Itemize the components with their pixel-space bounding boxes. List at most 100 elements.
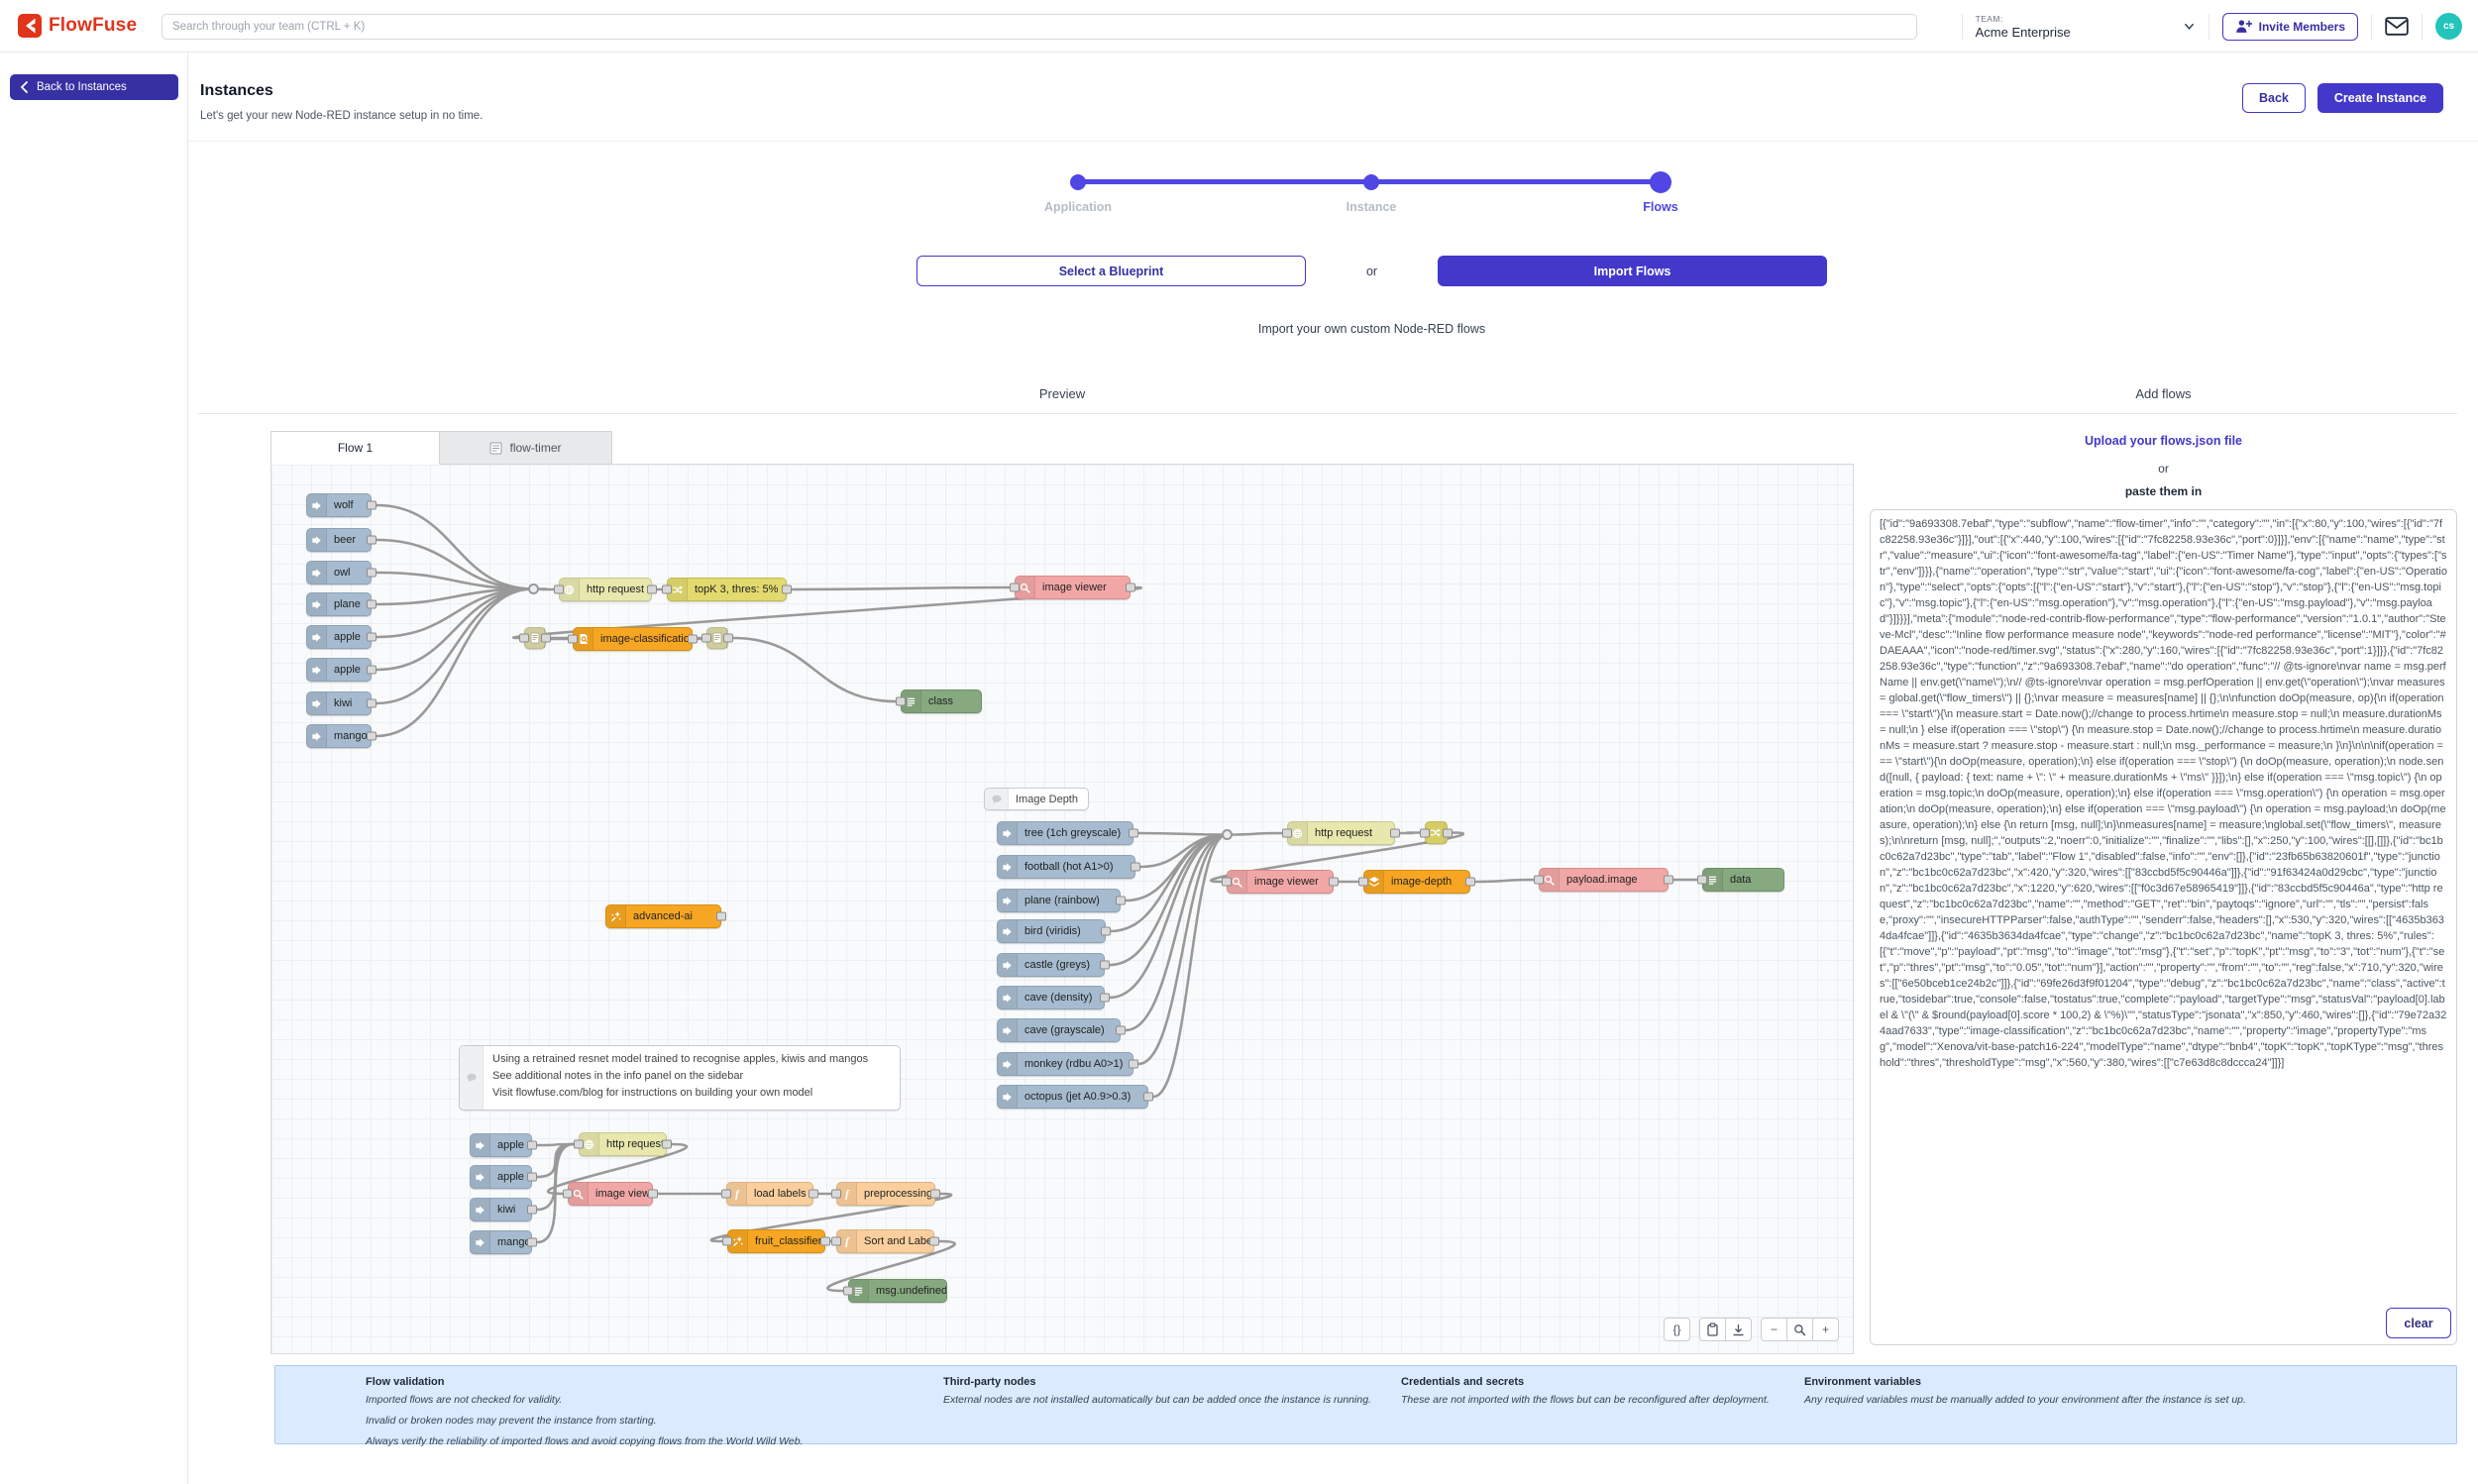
- input-port[interactable]: [1534, 876, 1544, 885]
- flow-node-load[interactable]: fload labels: [726, 1182, 813, 1206]
- search-input[interactable]: [162, 14, 1917, 40]
- flow-preview-canvas[interactable]: {} − + wolfbeerowlplaneappleapplekiwiman…: [270, 464, 1854, 1354]
- upload-flows-json-link[interactable]: Upload your flows.json file: [1870, 434, 2457, 448]
- flow-node-caveg[interactable]: cave (grayscale): [997, 1018, 1121, 1042]
- flow-node-ic[interactable]: image-classification: [573, 627, 693, 651]
- flow-node-apple1[interactable]: apple: [306, 625, 372, 649]
- input-port[interactable]: [843, 1287, 853, 1296]
- step-dot-flows[interactable]: [1650, 171, 1671, 193]
- flow-node-wolf[interactable]: wolf: [306, 493, 372, 517]
- flow-node-football[interactable]: football (hot A1>0): [997, 855, 1135, 879]
- wire-junction[interactable]: [1222, 829, 1233, 840]
- output-port[interactable]: [1100, 961, 1110, 970]
- output-port[interactable]: [1443, 828, 1453, 837]
- avatar[interactable]: cs: [2435, 13, 2462, 40]
- input-port[interactable]: [1697, 876, 1707, 885]
- output-port[interactable]: [367, 501, 377, 510]
- flow-node-kiwi2[interactable]: kiwi: [470, 1198, 532, 1221]
- output-port[interactable]: [1129, 1060, 1138, 1069]
- zoom-reset-button[interactable]: [1786, 1318, 1813, 1341]
- select-blueprint-button[interactable]: Select a Blueprint: [916, 256, 1306, 286]
- output-port[interactable]: [367, 699, 377, 708]
- flows-json-input[interactable]: [{"id":"9a693308.7ebaf","type":"subflow"…: [1870, 509, 2457, 1345]
- input-port[interactable]: [721, 1190, 731, 1199]
- flowfuse-logo[interactable]: FlowFuse: [18, 14, 137, 38]
- notifications-mail-button[interactable]: [2385, 17, 2409, 36]
- flow-node-advai[interactable]: advanced-ai: [605, 904, 721, 928]
- input-port[interactable]: [568, 635, 578, 644]
- flow-node-viewer2[interactable]: image viewer: [1227, 870, 1334, 894]
- flow-node-comment1[interactable]: Using a retrained resnet model trained t…: [459, 1045, 901, 1111]
- output-port[interactable]: [930, 1190, 940, 1199]
- flow-node-viewer3[interactable]: image viewer: [568, 1182, 653, 1206]
- input-port[interactable]: [1010, 583, 1020, 592]
- output-port[interactable]: [1131, 863, 1140, 872]
- flow-node-depth[interactable]: image-depth: [1363, 870, 1470, 894]
- input-port[interactable]: [831, 1237, 841, 1246]
- output-port[interactable]: [367, 633, 377, 642]
- output-port[interactable]: [1116, 1026, 1126, 1035]
- output-port[interactable]: [647, 585, 657, 594]
- output-port[interactable]: [1664, 876, 1673, 885]
- tab-flow-timer[interactable]: flow-timer: [440, 431, 612, 465]
- output-port[interactable]: [723, 634, 733, 643]
- output-port[interactable]: [808, 1190, 818, 1199]
- output-port[interactable]: [1390, 829, 1400, 838]
- output-port[interactable]: [367, 536, 377, 545]
- copy-button[interactable]: [1699, 1318, 1726, 1341]
- input-port[interactable]: [1420, 828, 1430, 837]
- clear-button[interactable]: clear: [2386, 1308, 2451, 1338]
- output-port[interactable]: [527, 1206, 537, 1215]
- input-port[interactable]: [554, 585, 564, 594]
- tab-flow-1[interactable]: Flow 1: [270, 431, 440, 465]
- flow-node-owl[interactable]: owl: [306, 561, 372, 584]
- team-selector[interactable]: TEAM: Acme Enterprise: [1976, 14, 2170, 40]
- flow-node-http3[interactable]: http request: [579, 1132, 667, 1156]
- flow-node-kiwi1[interactable]: kiwi: [306, 691, 372, 715]
- input-port[interactable]: [1358, 878, 1368, 887]
- input-port[interactable]: [519, 634, 529, 643]
- flow-node-chsq[interactable]: [1425, 821, 1448, 844]
- output-port[interactable]: [367, 666, 377, 675]
- output-port[interactable]: [1116, 897, 1126, 905]
- output-port[interactable]: [1100, 994, 1110, 1003]
- flow-node-apple3[interactable]: apple: [470, 1133, 532, 1157]
- download-button[interactable]: [1725, 1318, 1752, 1341]
- flow-node-payload[interactable]: payload.image: [1539, 868, 1669, 892]
- flow-node-sort[interactable]: fSort and Label: [836, 1229, 934, 1253]
- zoom-out-button[interactable]: −: [1761, 1318, 1787, 1341]
- flow-node-msgu[interactable]: msg.undefined: [848, 1279, 947, 1303]
- flow-node-apple2[interactable]: apple: [306, 658, 372, 682]
- step-dot-instance[interactable]: [1363, 174, 1379, 190]
- output-port[interactable]: [367, 600, 377, 609]
- input-port[interactable]: [722, 1237, 732, 1246]
- input-port[interactable]: [831, 1190, 841, 1199]
- output-port[interactable]: [648, 1190, 658, 1199]
- output-port[interactable]: [367, 569, 377, 578]
- input-port[interactable]: [701, 634, 711, 643]
- input-port[interactable]: [1282, 829, 1292, 838]
- flow-node-apple4[interactable]: apple: [470, 1165, 532, 1189]
- input-port[interactable]: [662, 585, 672, 594]
- output-port[interactable]: [541, 634, 551, 643]
- flow-node-preproc[interactable]: fpreprocessing: [836, 1182, 935, 1206]
- flow-node-castle[interactable]: castle (greys): [997, 953, 1105, 977]
- export-json-button[interactable]: {}: [1664, 1318, 1690, 1341]
- step-dot-application[interactable]: [1070, 174, 1086, 190]
- zoom-in-button[interactable]: +: [1812, 1318, 1839, 1341]
- flow-node-octopus[interactable]: octopus (jet A0.9>0.3): [997, 1085, 1148, 1109]
- wire-junction[interactable]: [528, 583, 539, 594]
- flow-node-viewer1[interactable]: image viewer: [1015, 576, 1131, 599]
- flow-node-data1[interactable]: data: [1702, 868, 1784, 892]
- flow-node-cdepth[interactable]: Image Depth: [984, 788, 1089, 810]
- back-button[interactable]: Back: [2242, 83, 2306, 113]
- output-port[interactable]: [820, 1237, 830, 1246]
- flow-node-monkey[interactable]: monkey (rdbu A0>1): [997, 1052, 1133, 1076]
- flow-node-http1[interactable]: http request: [559, 578, 652, 601]
- output-port[interactable]: [1329, 878, 1339, 887]
- input-port[interactable]: [563, 1190, 573, 1199]
- flow-node-mango1[interactable]: mango: [306, 724, 372, 748]
- output-port[interactable]: [782, 585, 792, 594]
- output-port[interactable]: [1129, 829, 1138, 838]
- chevron-down-icon[interactable]: [2183, 20, 2196, 33]
